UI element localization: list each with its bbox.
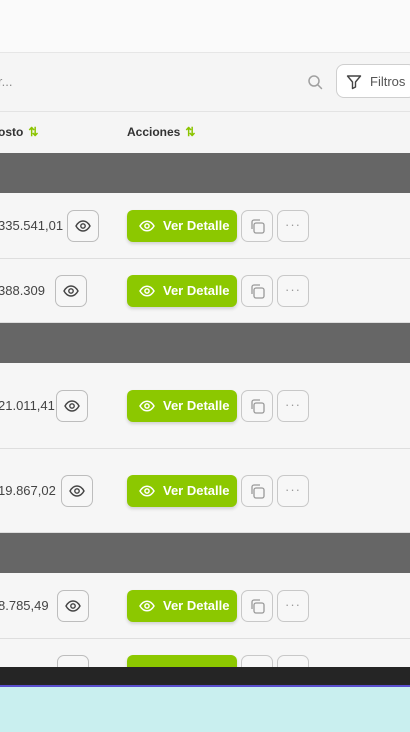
- cost-value: 21.011,41: [0, 398, 55, 413]
- view-amount-button[interactable]: [61, 475, 93, 507]
- cost-value: 335.541,01: [0, 218, 64, 233]
- copy-button[interactable]: [241, 210, 273, 242]
- eye-icon: [64, 400, 80, 412]
- eye-icon: [139, 600, 155, 612]
- eye-icon: [139, 485, 155, 497]
- view-detail-label: Ver Detalle: [163, 283, 230, 298]
- view-detail-button[interactable]: Ver Detalle: [127, 275, 237, 307]
- bottom-panel: [0, 687, 410, 732]
- table-row: 19.867,02 Ver Detalle ···: [0, 449, 410, 533]
- view-amount-button[interactable]: [67, 210, 99, 242]
- eye-icon: [139, 220, 155, 232]
- copy-button[interactable]: [241, 475, 273, 507]
- copy-button[interactable]: [241, 275, 273, 307]
- sort-icon[interactable]: ⇅: [185, 125, 195, 139]
- view-detail-button[interactable]: Ver Detalle: [127, 390, 237, 422]
- more-icon: ···: [285, 282, 301, 297]
- more-icon: ···: [285, 482, 301, 497]
- view-amount-button[interactable]: [55, 275, 87, 307]
- table-row: [0, 639, 410, 667]
- filters-label: Filtros: [370, 74, 406, 89]
- more-icon: ···: [285, 597, 301, 612]
- cost-value: 8.785,49: [0, 598, 49, 613]
- eye-icon: [65, 600, 81, 612]
- copy-icon: [251, 284, 265, 299]
- table-row: 21.011,41 Ver Detalle ···: [0, 363, 410, 449]
- view-detail-label: Ver Detalle: [163, 598, 230, 613]
- table-toolbar: r... Filtros: [0, 53, 410, 112]
- column-header-cost-label: osto: [0, 125, 24, 139]
- table-row: 8.785,49 Ver Detalle ···: [0, 573, 410, 639]
- eye-icon: [69, 485, 85, 497]
- more-options-button[interactable]: ···: [277, 475, 309, 507]
- view-amount-button[interactable]: [56, 390, 88, 422]
- view-detail-label: Ver Detalle: [163, 483, 230, 498]
- more-options-button[interactable]: ···: [277, 390, 309, 422]
- column-header-actions-label: Acciones: [127, 125, 181, 139]
- table-header: osto ⇅ Acciones ⇅: [0, 112, 410, 152]
- more-icon: ···: [285, 217, 301, 232]
- copy-button[interactable]: [241, 590, 273, 622]
- table-row: 388.309 Ver Detalle ···: [0, 259, 410, 323]
- more-options-button[interactable]: ···: [277, 590, 309, 622]
- copy-icon: [251, 484, 265, 499]
- copy-icon: [251, 599, 265, 614]
- copy-icon: [251, 399, 265, 414]
- group-header-row: [0, 323, 410, 363]
- view-detail-button[interactable]: Ver Detalle: [127, 210, 237, 242]
- column-header-actions[interactable]: Acciones ⇅: [127, 125, 195, 139]
- column-header-cost[interactable]: osto ⇅: [0, 125, 38, 139]
- more-options-button[interactable]: [277, 655, 309, 667]
- group-header-row: [0, 533, 410, 573]
- cost-value: 388.309: [0, 283, 45, 298]
- view-detail-button[interactable]: Ver Detalle: [127, 475, 237, 507]
- view-amount-button[interactable]: [57, 655, 89, 667]
- search-icon[interactable]: [307, 74, 323, 90]
- view-amount-button[interactable]: [57, 590, 89, 622]
- eye-icon: [139, 285, 155, 297]
- bottom-divider-bar: [0, 667, 410, 687]
- view-detail-button[interactable]: Ver Detalle: [127, 590, 237, 622]
- filter-icon: [346, 75, 362, 90]
- more-options-button[interactable]: ···: [277, 210, 309, 242]
- search-input[interactable]: r...: [0, 74, 12, 89]
- eye-icon: [139, 400, 155, 412]
- table-row: 335.541,01 Ver Detalle ···: [0, 193, 410, 259]
- copy-button[interactable]: [241, 655, 273, 667]
- eye-icon: [75, 220, 91, 232]
- group-header-row: [0, 153, 410, 193]
- more-options-button[interactable]: ···: [277, 275, 309, 307]
- copy-button[interactable]: [241, 390, 273, 422]
- top-header-band: [0, 0, 410, 53]
- copy-icon: [251, 219, 265, 234]
- view-detail-button[interactable]: [127, 655, 237, 667]
- view-detail-label: Ver Detalle: [163, 398, 230, 413]
- cost-value: 19.867,02: [0, 483, 56, 498]
- view-detail-label: Ver Detalle: [163, 218, 230, 233]
- eye-icon: [63, 285, 79, 297]
- sort-icon[interactable]: ⇅: [28, 125, 38, 139]
- more-icon: ···: [285, 397, 301, 412]
- filters-button[interactable]: Filtros: [336, 64, 410, 98]
